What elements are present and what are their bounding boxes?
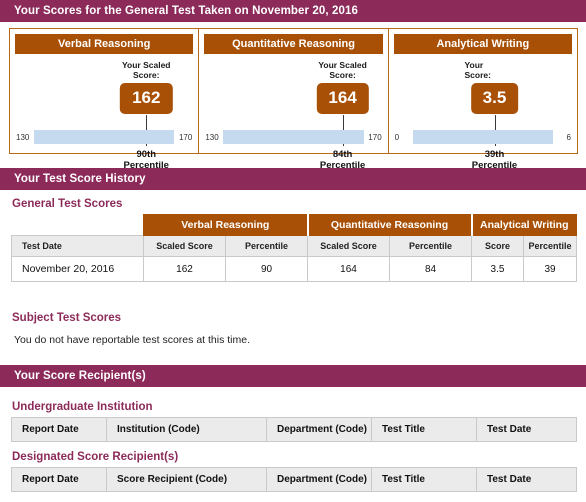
score-card-body: Your Scaled Score: 162 130 170 90th Perc… [10, 54, 198, 171]
column-header-department-code: Department (Code) [266, 417, 372, 442]
subject-test-scores-message: You do not have reportable test scores a… [14, 334, 250, 346]
scale-max-label: 6 [566, 132, 571, 142]
subhead-subject-test-scores: Subject Test Scores [12, 312, 122, 324]
score-card-body: Your Scaled Score: 164 130 170 84th Perc… [199, 54, 387, 171]
cell-test-date: November 20, 2016 [11, 256, 144, 282]
group-header-analytical-writing: Analytical Writing [470, 214, 577, 236]
column-header-aw-score: Score [471, 235, 524, 257]
column-header-qr-percentile: Percentile [389, 235, 472, 257]
table-corner-spacer [11, 214, 144, 236]
scale-max-label: 170 [368, 132, 382, 142]
column-header-test-date: Test Date [476, 417, 577, 442]
column-header-score-recipient-code: Score Recipient (Code) [106, 467, 267, 492]
score-scale: 130 170 [199, 130, 387, 144]
table-column-header-row: Report Date Score Recipient (Code) Depar… [11, 467, 577, 492]
cell-aw-percentile: 39 [523, 256, 577, 282]
score-card-title: Quantitative Reasoning [204, 34, 383, 54]
scale-min-label: 130 [205, 132, 219, 142]
table-group-header-row: Verbal Reasoning Quantitative Reasoning … [11, 214, 577, 236]
percentile-label: 90th Percentile [123, 149, 169, 171]
section-header-test-score-history: Your Test Score History [0, 168, 586, 190]
column-header-department-code: Department (Code) [266, 467, 372, 492]
score-card-analytical-writing: Analytical Writing Your Score: 3.5 0 6 3… [387, 29, 577, 171]
group-header-quantitative-reasoning: Quantitative Reasoning [306, 214, 472, 236]
table-column-header-row: Report Date Institution (Code) Departmen… [11, 417, 577, 442]
scale-track [223, 130, 364, 144]
scale-min-label: 0 [394, 132, 400, 142]
subhead-undergraduate-institution: Undergraduate Institution [12, 401, 153, 413]
cell-vr-percentile: 90 [225, 256, 308, 282]
column-header-test-date: Test Date [476, 467, 577, 492]
score-card-title: Verbal Reasoning [15, 34, 194, 54]
designated-score-recipients-table: Report Date Score Recipient (Code) Depar… [11, 467, 577, 492]
score-report-page: Your Scores for the General Test Taken o… [0, 0, 586, 502]
column-header-test-title: Test Title [371, 467, 477, 492]
score-caption: Your Scaled Score: [122, 60, 171, 80]
section-header-score-recipients: Your Score Recipient(s) [0, 365, 586, 387]
column-header-report-date: Report Date [11, 417, 107, 442]
score-card-title: Analytical Writing [393, 34, 572, 54]
score-caption: Your Scaled Score: [318, 60, 367, 80]
cell-qr-percentile: 84 [389, 256, 472, 282]
score-value-box: 164 [316, 83, 369, 114]
scale-track [412, 130, 553, 144]
scale-track [34, 130, 175, 144]
table-column-header-row: Test Date Scaled Score Percentile Scaled… [11, 235, 577, 257]
column-header-test-title: Test Title [371, 417, 477, 442]
scale-max-label: 170 [178, 132, 193, 142]
table-row: November 20, 2016 162 90 164 84 3.5 39 [11, 256, 577, 282]
column-header-vr-scaled-score: Scaled Score [143, 235, 226, 257]
score-caption: Your Score: [464, 60, 491, 80]
percentile-label: 84th Percentile [319, 149, 366, 171]
cell-aw-score: 3.5 [471, 256, 524, 282]
undergraduate-institution-table: Report Date Institution (Code) Departmen… [11, 417, 577, 442]
score-value-box: 162 [120, 83, 173, 114]
subhead-general-test-scores: General Test Scores [12, 198, 123, 210]
column-header-aw-percentile: Percentile [523, 235, 577, 257]
cell-qr-scaled-score: 164 [307, 256, 390, 282]
page-title: Your Scores for the General Test Taken o… [0, 0, 586, 22]
cell-vr-scaled-score: 162 [143, 256, 226, 282]
score-scale: 0 6 [389, 130, 577, 144]
scale-min-label: 130 [16, 132, 30, 142]
general-test-scores-table: Verbal Reasoning Quantitative Reasoning … [11, 214, 577, 282]
score-card-body: Your Score: 3.5 0 6 39th Percentile [389, 54, 577, 171]
percentile-label: 39th Percentile [471, 149, 518, 171]
subhead-designated-score-recipients: Designated Score Recipient(s) [12, 451, 179, 463]
column-header-qr-scaled-score: Scaled Score [307, 235, 390, 257]
column-header-vr-percentile: Percentile [225, 235, 308, 257]
score-value-box: 3.5 [470, 83, 519, 114]
column-header-institution-code: Institution (Code) [106, 417, 267, 442]
score-card-quantitative-reasoning: Quantitative Reasoning Your Scaled Score… [198, 29, 387, 171]
group-header-verbal-reasoning: Verbal Reasoning [143, 214, 308, 236]
score-card-verbal-reasoning: Verbal Reasoning Your Scaled Score: 162 … [10, 29, 198, 171]
column-header-test-date: Test Date [11, 235, 144, 257]
score-scale: 130 170 [10, 130, 198, 144]
score-cards-panel: Verbal Reasoning Your Scaled Score: 162 … [9, 28, 578, 171]
column-header-report-date: Report Date [11, 467, 107, 492]
